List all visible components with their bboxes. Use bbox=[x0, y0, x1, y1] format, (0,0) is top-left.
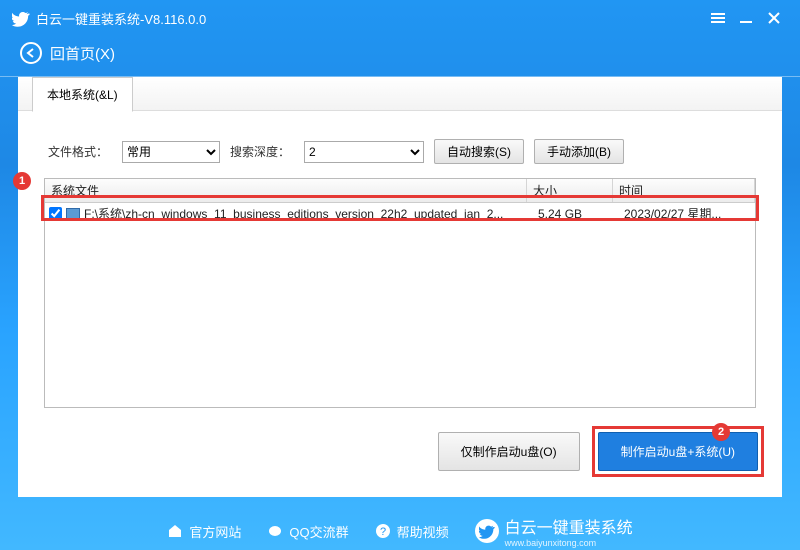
footer-qq-group[interactable]: QQ交流群 bbox=[267, 522, 348, 541]
manual-add-button[interactable]: 手动添加(B) bbox=[534, 139, 624, 164]
main-panel: 本地系统(&L) 文件格式： 常用 搜索深度： 2 自动搜索(S) 手动添加(B… bbox=[18, 77, 782, 497]
bird-icon bbox=[475, 519, 499, 543]
titlebar: 白云一键重装系统-V8.116.0.0 bbox=[0, 0, 800, 36]
app-logo-icon bbox=[12, 9, 30, 27]
arrow-left-icon bbox=[20, 42, 42, 64]
table-row[interactable]: F:\系统\zh-cn_windows_11_business_editions… bbox=[45, 203, 755, 224]
row-time: 2023/02/27 星期... bbox=[624, 205, 751, 222]
depth-label: 搜索深度： bbox=[230, 143, 290, 160]
format-select[interactable]: 常用 bbox=[122, 141, 220, 163]
table-header: 系统文件 大小 时间 bbox=[45, 179, 755, 203]
drive-icon bbox=[66, 208, 80, 220]
auto-search-button[interactable]: 自动搜索(S) bbox=[434, 139, 524, 164]
annotation-marker-1: 1 bbox=[13, 172, 31, 190]
format-label: 文件格式： bbox=[48, 143, 108, 160]
back-home-link[interactable]: 回首页(X) bbox=[0, 36, 800, 70]
footer: 官方网站 QQ交流群 ? 帮助视频 白云一键重装系统 www.baiyunxit… bbox=[0, 512, 800, 550]
footer-brand[interactable]: 白云一键重装系统 www.baiyunxitong.com bbox=[475, 514, 633, 548]
chat-icon bbox=[267, 523, 283, 539]
file-table: 系统文件 大小 时间 F:\系统\zh-cn_windows_11_busine… bbox=[44, 178, 756, 408]
svg-text:?: ? bbox=[380, 526, 386, 538]
footer-official-site[interactable]: 官方网站 bbox=[167, 522, 241, 541]
home-icon bbox=[167, 523, 183, 539]
row-size: 5.24 GB bbox=[538, 207, 624, 221]
minimize-button[interactable] bbox=[732, 4, 760, 32]
menu-button[interactable] bbox=[704, 4, 732, 32]
bottom-buttons: 仅制作启动u盘(O) 制作启动u盘+系统(U) bbox=[18, 408, 782, 471]
col-file-header[interactable]: 系统文件 bbox=[45, 179, 527, 202]
footer-help-video[interactable]: ? 帮助视频 bbox=[375, 522, 449, 541]
col-size-header[interactable]: 大小 bbox=[527, 179, 613, 202]
make-usb-only-button[interactable]: 仅制作启动u盘(O) bbox=[438, 432, 580, 471]
row-checkbox[interactable] bbox=[49, 207, 62, 220]
tab-row: 本地系统(&L) bbox=[18, 77, 782, 111]
annotation-marker-2: 2 bbox=[712, 423, 730, 441]
controls-row: 文件格式： 常用 搜索深度： 2 自动搜索(S) 手动添加(B) bbox=[18, 111, 782, 178]
depth-select[interactable]: 2 bbox=[304, 141, 424, 163]
row-filepath: F:\系统\zh-cn_windows_11_business_editions… bbox=[84, 205, 538, 222]
close-button[interactable] bbox=[760, 4, 788, 32]
back-home-label: 回首页(X) bbox=[50, 43, 115, 64]
col-time-header[interactable]: 时间 bbox=[613, 179, 755, 202]
tab-local-system[interactable]: 本地系统(&L) bbox=[32, 77, 133, 112]
question-icon: ? bbox=[375, 523, 391, 539]
make-usb-system-button[interactable]: 制作启动u盘+系统(U) bbox=[598, 432, 758, 471]
app-title: 白云一键重装系统-V8.116.0.0 bbox=[36, 9, 704, 28]
